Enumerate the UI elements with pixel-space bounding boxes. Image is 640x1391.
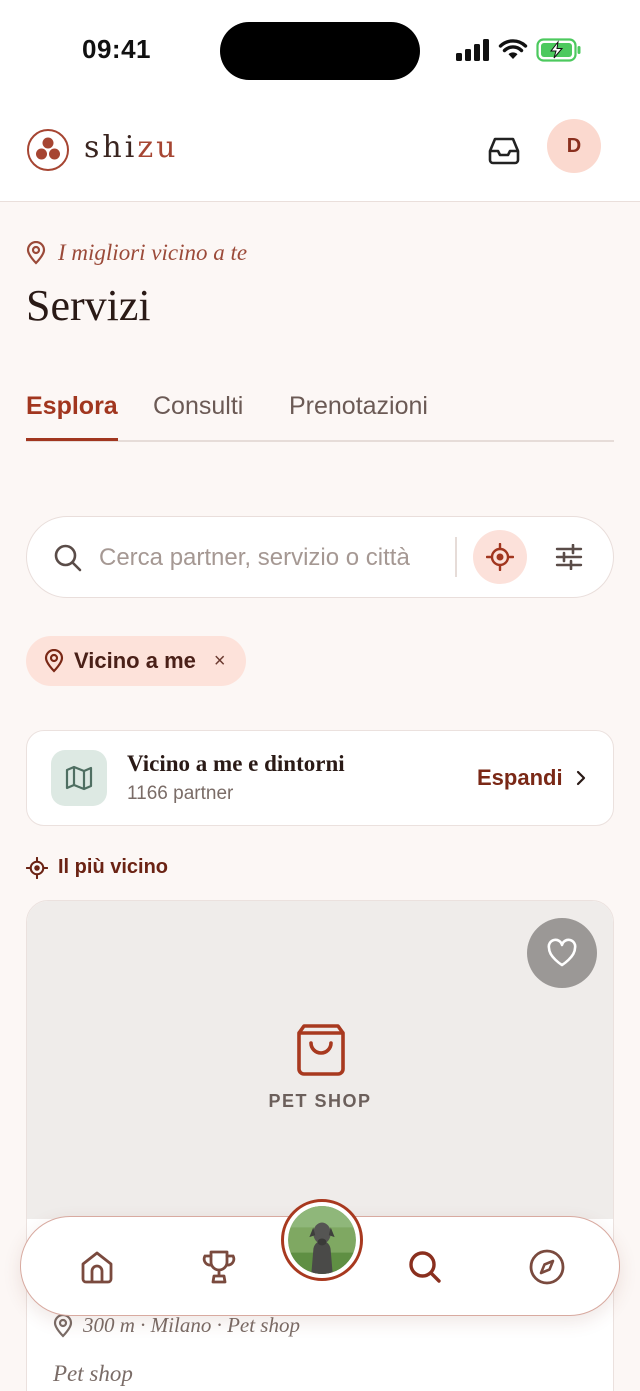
tab-esplora[interactable]: Esplora	[26, 392, 118, 421]
search-icon	[54, 544, 82, 572]
partner-meta: 300 m · Milano · Pet shop	[53, 1313, 300, 1338]
logo-icon[interactable]	[26, 128, 70, 172]
partner-category: PET SHOP	[268, 1091, 372, 1111]
nav-explore[interactable]	[525, 1245, 569, 1289]
search-bar	[26, 516, 614, 598]
filter-chip-nearby[interactable]: Vicino a me ×	[26, 636, 246, 686]
app-header: shizu D	[0, 100, 640, 202]
map-card-subtitle: 1166 partner	[127, 783, 234, 804]
chip-label: Vicino a me	[74, 648, 196, 673]
status-icons	[456, 38, 582, 62]
location-pin-icon	[26, 241, 46, 265]
pet-avatar	[288, 1206, 356, 1274]
partner-meta-text: 300 m · Milano · Pet shop	[83, 1313, 300, 1337]
crosshair-icon	[26, 856, 48, 879]
page-subtitle: I migliori vicino a te	[58, 240, 248, 265]
inbox-button[interactable]	[484, 130, 524, 170]
section-label: Il più vicino	[58, 856, 169, 878]
dynamic-island	[220, 22, 420, 80]
status-time: 09:41	[82, 34, 151, 64]
battery-icon	[536, 38, 581, 62]
expand-label: Espandi	[477, 765, 563, 790]
tab-consulti[interactable]: Consulti	[153, 392, 243, 421]
favorite-button[interactable]	[527, 918, 597, 988]
heart-icon	[547, 938, 577, 967]
filter-button[interactable]	[547, 537, 591, 577]
map-card-title: Vicino a me e dintorni	[127, 751, 345, 776]
section-nearest: Il più vicino	[26, 856, 168, 879]
wifi-icon	[498, 39, 528, 59]
compass-icon	[529, 1249, 565, 1285]
expand-button[interactable]: Espandi	[477, 765, 587, 791]
location-subtitle: I migliori vicino a te	[26, 240, 247, 266]
inbox-icon	[488, 137, 520, 165]
search-icon	[409, 1251, 441, 1283]
nav-search[interactable]	[403, 1245, 447, 1289]
nav-home[interactable]	[75, 1245, 119, 1289]
search-input[interactable]	[99, 539, 445, 577]
shopping-bag-icon	[297, 1024, 345, 1076]
home-icon	[81, 1251, 113, 1284]
partner-image-placeholder: PET SHOP	[27, 901, 613, 1219]
chevron-right-icon	[576, 770, 585, 786]
map-card[interactable]: Vicino a me e dintorni 1166 partner Espa…	[26, 730, 614, 826]
status-bar: 09:41	[0, 0, 640, 100]
map-icon-box	[51, 750, 107, 806]
search-divider	[455, 537, 457, 577]
nav-trophy[interactable]	[197, 1245, 241, 1289]
signal-icon	[456, 39, 489, 61]
location-pin-icon	[53, 1313, 73, 1338]
active-tab-indicator	[26, 438, 118, 441]
chip-close-icon[interactable]: ×	[214, 650, 226, 673]
bottom-nav	[20, 1199, 620, 1316]
brand-accent: zu	[137, 130, 179, 165]
sliders-icon	[555, 544, 583, 570]
locate-me-button[interactable]	[473, 530, 527, 584]
tab-bar: Esplora Consulti Prenotazioni	[26, 392, 614, 442]
trophy-icon	[202, 1250, 236, 1284]
partner-name: Pet shop	[53, 1361, 133, 1386]
map-icon	[65, 765, 93, 791]
nav-pet-profile[interactable]	[281, 1199, 363, 1281]
tab-prenotazioni[interactable]: Prenotazioni	[289, 392, 428, 421]
page-title: Servizi	[26, 281, 151, 330]
brand-name: shizu	[84, 130, 178, 165]
location-pin-icon	[44, 649, 64, 673]
crosshair-icon	[486, 543, 514, 571]
user-avatar[interactable]: D	[547, 119, 601, 173]
partner-card[interactable]: PET SHOP 300 m · Milano · Pet shop Pet s…	[26, 900, 614, 1391]
brand-prefix: shi	[84, 130, 138, 165]
